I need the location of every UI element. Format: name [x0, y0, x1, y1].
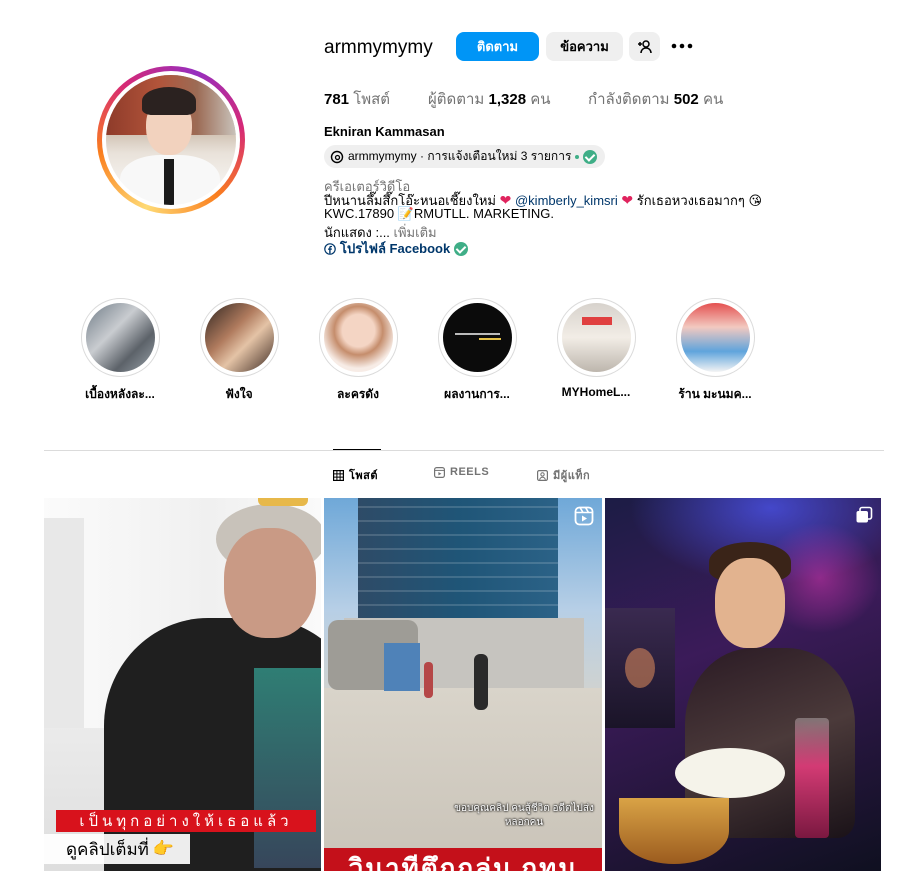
post-caption-white: ดูคลิปเต็มที่ 👉 — [44, 834, 190, 864]
facebook-profile-link[interactable]: โปรไฟล์ Facebook — [324, 238, 469, 259]
profile-username: armmymymy — [324, 37, 433, 58]
highlight-item[interactable]: ร้าน มะนมค... — [655, 298, 775, 404]
highlight-item[interactable]: เบื้องหลังละ... — [60, 298, 180, 404]
followers-unit: คน — [530, 91, 551, 108]
bio-line-2: KWC.17890 📝RMUTLL. MARKETING. — [324, 206, 554, 222]
more-options-button[interactable] — [670, 36, 694, 56]
grid-icon — [333, 469, 344, 481]
tab-posts-label: โพสต์ — [349, 470, 379, 482]
highlight-cover — [442, 303, 512, 372]
reel-icon — [574, 506, 594, 526]
add-user-icon — [637, 39, 652, 53]
posts-count: 781 — [324, 91, 350, 108]
followers-label: ผู้ติดตาม — [428, 91, 485, 108]
post-caption-red: เป็นทุกอย่างให้เธอแล้ว — [56, 810, 316, 832]
profile-avatar[interactable] — [106, 75, 236, 205]
facebook-icon — [324, 242, 336, 255]
tab-tagged[interactable]: มีผู้แท็ก — [537, 466, 590, 484]
followers-count: 1,328 — [488, 91, 527, 108]
profile-avatar-ring[interactable] — [97, 66, 245, 214]
posts-stat: 781 โพสต์ — [324, 87, 390, 111]
threads-badge[interactable]: armmymymy · การแจ้งเตือนใหม่ 3 รายการ — [324, 145, 606, 168]
tab-reels-label: REELS — [450, 466, 490, 478]
notification-dot — [575, 154, 580, 159]
tab-posts[interactable]: โพสต์ — [333, 466, 378, 484]
more-dots-icon — [671, 43, 693, 49]
suggest-user-button[interactable] — [629, 32, 660, 61]
highlight-label: MYHomeL... — [561, 385, 631, 399]
post-thumbnail[interactable]: เป็นทุกอย่างให้เธอแล้ว ดูคลิปเต็มที่ 👉 — [44, 498, 321, 871]
highlight-label: ผลงานการ... — [444, 387, 510, 401]
profile-full-name: Ekniran Kammasan — [324, 124, 445, 139]
kiss-emoji: 😘 — [748, 193, 763, 208]
post-thumbnail[interactable]: ขอบคุณคลิป คนสู้ชีวิต อดีตไปส่งหลอกคน วิ… — [324, 498, 602, 871]
highlight-cover — [323, 303, 393, 372]
bio-text: รักเธอหวงเธอมากๆ — [636, 193, 745, 208]
verified-check-icon — [454, 241, 469, 256]
highlight-label: ฟังใจ — [225, 387, 253, 401]
pointing-emoji: 👉 — [152, 839, 175, 858]
highlight-cover — [85, 303, 155, 372]
following-count: 502 — [673, 91, 699, 108]
reels-icon — [434, 466, 445, 478]
carousel-icon — [856, 506, 873, 523]
post-banner: วินาทีตึกถล่ม กทม — [324, 848, 602, 871]
post-subtitle: ขอบคุณคลิป คนสู้ชีวิต อดีตไปส่งหลอกคน — [454, 803, 594, 828]
posts-label: โพสต์ — [353, 91, 391, 108]
bio-text: RMUTLL. MARKETING. — [413, 206, 555, 221]
following-stat[interactable]: กำลังติดตาม 502 คน — [588, 87, 723, 111]
heart-icon: ❤ — [621, 192, 634, 208]
highlight-item[interactable]: ละครดัง — [298, 298, 418, 404]
highlight-item[interactable]: MYHomeL... — [536, 298, 656, 399]
post-caption-text: ดูคลิปเต็มที่ — [66, 839, 149, 859]
verified-check-icon — [583, 149, 598, 164]
tagged-user-icon — [537, 469, 548, 481]
followers-stat[interactable]: ผู้ติดตาม 1,328 คน — [428, 87, 551, 111]
tabs-divider — [44, 450, 884, 451]
following-label: กำลังติดตาม — [588, 91, 670, 108]
post-thumbnail[interactable] — [605, 498, 881, 871]
following-unit: คน — [702, 91, 724, 108]
highlight-item[interactable]: ฟังใจ — [179, 298, 299, 404]
highlight-label: ละครดัง — [337, 387, 379, 401]
tab-reels[interactable]: REELS — [434, 466, 489, 478]
follow-button[interactable]: ติดตาม — [456, 32, 539, 61]
highlight-cover — [204, 303, 274, 372]
threads-text: armmymymy · การแจ้งเตือนใหม่ 3 รายการ — [348, 149, 572, 163]
highlight-item[interactable]: ผลงานการ... — [417, 298, 537, 404]
highlight-label: ร้าน มะนมค... — [678, 387, 752, 401]
highlight-cover — [680, 303, 750, 372]
threads-icon — [330, 150, 344, 163]
tab-tagged-label: มีผู้แท็ก — [553, 470, 591, 482]
active-tab-indicator — [333, 449, 381, 450]
memo-emoji: 📝 — [397, 206, 414, 221]
highlight-cover — [561, 303, 631, 372]
facebook-link-text: โปรไฟล์ Facebook — [340, 241, 451, 256]
bio-text: KWC.17890 — [324, 206, 395, 221]
message-button[interactable]: ข้อความ — [546, 32, 623, 61]
highlight-label: เบื้องหลังละ... — [85, 387, 155, 401]
